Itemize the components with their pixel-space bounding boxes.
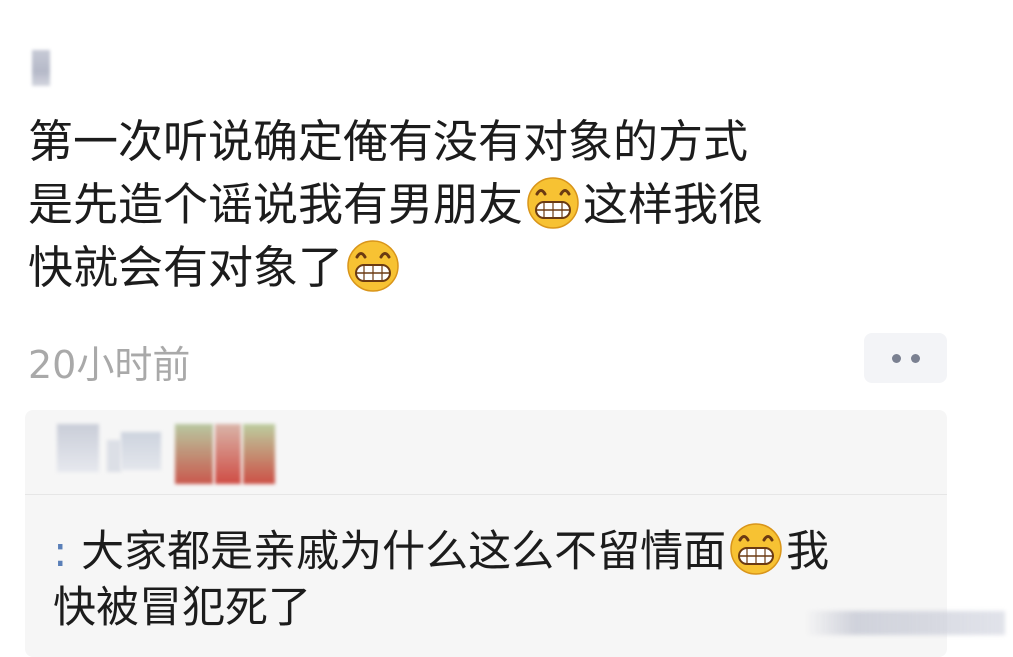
post-content: 第一次听说确定俺有没有对象的方式 是先造个谣说我有男朋友 这样我很 快就会有对象了: [28, 110, 948, 299]
blur-segment: [243, 424, 275, 484]
reply-text-segment: 大家都是亲戚为什么这么不留情面: [81, 527, 727, 577]
grin-emoji-icon: [525, 174, 581, 230]
more-options-button[interactable]: [864, 333, 947, 383]
more-dots-icon: [891, 353, 901, 363]
reply-line-1: : 大家都是亲戚为什么这么不留情面 我: [53, 520, 953, 580]
blur-segment: [107, 440, 121, 472]
blurred-username: [32, 50, 50, 86]
post-text-segment: 是先造个谣说我有男朋友: [28, 178, 524, 231]
post-line-1: 第一次听说确定俺有没有对象的方式: [28, 115, 749, 168]
blur-segment: [57, 424, 99, 472]
more-dots-icon: [910, 353, 920, 363]
post-line-3: 快就会有对象了: [28, 236, 948, 299]
reply-text-segment: 我: [786, 527, 830, 577]
post-text-segment: 快就会有对象了: [28, 241, 344, 294]
blur-segment: [175, 424, 213, 484]
grin-emoji-icon: [345, 237, 401, 293]
post-card: 第一次听说确定俺有没有对象的方式 是先造个谣说我有男朋友 这样我很 快就会有对象了…: [0, 0, 1013, 657]
comment-divider: [25, 494, 947, 495]
blur-segment: [121, 432, 161, 470]
reply-prefix: :: [53, 527, 68, 577]
post-timestamp: 20小时前: [28, 343, 191, 387]
post-text-segment: 这样我很: [583, 178, 764, 231]
blur-segment: [215, 424, 241, 484]
post-line-2: 是先造个谣说我有男朋友 这样我很: [28, 173, 948, 236]
watermark: [805, 611, 1005, 635]
grin-emoji-icon: [728, 520, 784, 576]
